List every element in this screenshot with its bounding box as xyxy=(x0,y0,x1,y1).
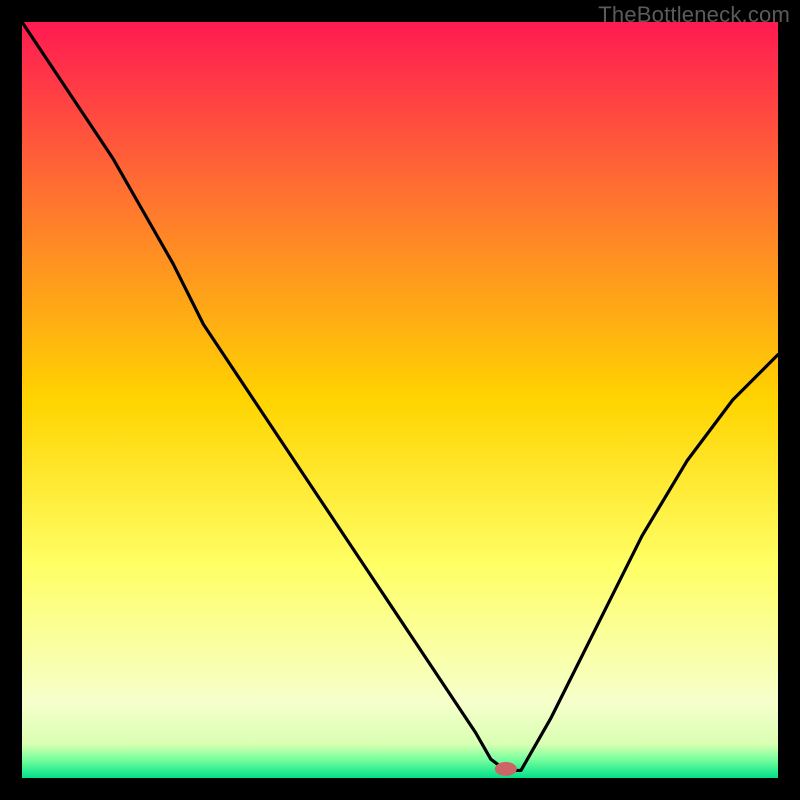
chart-svg xyxy=(22,22,778,778)
plot-area xyxy=(22,22,778,778)
chart-container: TheBottleneck.com xyxy=(0,0,800,800)
marker-dot xyxy=(495,762,517,776)
chart-background xyxy=(22,22,778,778)
watermark-text: TheBottleneck.com xyxy=(598,2,790,28)
